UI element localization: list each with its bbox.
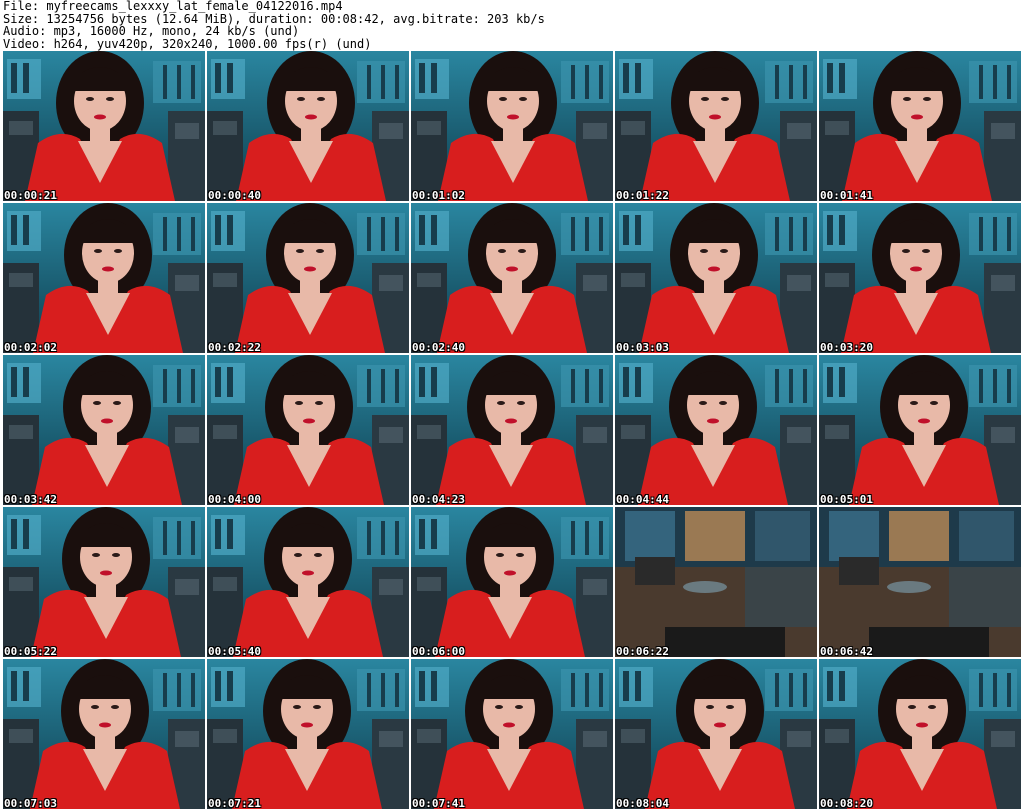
video-thumbnail: 00:05:22	[3, 507, 205, 657]
video-thumbnail: 00:00:40	[207, 51, 409, 201]
timestamp-label: 00:02:40	[412, 341, 465, 353]
person-scene-image	[615, 659, 817, 809]
video-thumbnail: 00:01:41	[819, 51, 1021, 201]
video-thumbnail: 00:07:41	[411, 659, 613, 809]
person-scene-image	[207, 659, 409, 809]
room-scene-image	[615, 507, 817, 657]
person-scene-image	[411, 507, 613, 657]
timestamp-label: 00:07:21	[208, 797, 261, 809]
video-thumbnail: 00:01:22	[615, 51, 817, 201]
person-scene-image	[3, 507, 205, 657]
timestamp-label: 00:06:00	[412, 645, 465, 657]
timestamp-label: 00:02:22	[208, 341, 261, 353]
timestamp-label: 00:05:40	[208, 645, 261, 657]
timestamp-label: 00:00:40	[208, 189, 261, 201]
person-scene-image	[819, 659, 1021, 809]
room-scene-image	[819, 507, 1021, 657]
timestamp-label: 00:03:03	[616, 341, 669, 353]
video-thumbnail: 00:00:21	[3, 51, 205, 201]
video-thumbnail: 00:06:22	[615, 507, 817, 657]
person-scene-image	[411, 203, 613, 353]
video-thumbnail: 00:02:22	[207, 203, 409, 353]
person-scene-image	[207, 203, 409, 353]
person-scene-image	[411, 659, 613, 809]
video-info-line: Video: h264, yuv420p, 320x240, 1000.00 f…	[3, 36, 372, 51]
person-scene-image	[207, 507, 409, 657]
timestamp-label: 00:01:02	[412, 189, 465, 201]
person-scene-image	[3, 51, 205, 201]
audio-info-line: Audio: mp3, 16000 Hz, mono, 24 kb/s (und…	[3, 24, 300, 38]
timestamp-label: 00:01:22	[616, 189, 669, 201]
person-scene-image	[207, 355, 409, 505]
timestamp-label: 00:04:00	[208, 493, 261, 505]
timestamp-label: 00:07:03	[4, 797, 57, 809]
video-thumbnail: 00:05:40	[207, 507, 409, 657]
video-thumbnail: 00:04:44	[615, 355, 817, 505]
person-scene-image	[411, 51, 613, 201]
timestamp-label: 00:04:23	[412, 493, 465, 505]
person-scene-image	[615, 355, 817, 505]
timestamp-label: 00:08:20	[820, 797, 873, 809]
video-thumbnail: 00:07:21	[207, 659, 409, 809]
person-scene-image	[615, 51, 817, 201]
timestamp-label: 00:06:42	[820, 645, 873, 657]
timestamp-label: 00:06:22	[616, 645, 669, 657]
video-thumbnail: 00:03:20	[819, 203, 1021, 353]
video-thumbnail: 00:07:03	[3, 659, 205, 809]
video-thumbnail: 00:08:20	[819, 659, 1021, 809]
video-thumbnail: 00:05:01	[819, 355, 1021, 505]
timestamp-label: 00:05:01	[820, 493, 873, 505]
thumbnail-grid: 00:00:21 00:00:40 00:01:02 00:01:22 00:0…	[3, 51, 1021, 809]
video-thumbnail: 00:06:42	[819, 507, 1021, 657]
person-scene-image	[615, 203, 817, 353]
timestamp-label: 00:05:22	[4, 645, 57, 657]
timestamp-label: 00:04:44	[616, 493, 669, 505]
video-thumbnail: 00:03:42	[3, 355, 205, 505]
video-thumbnail: 00:04:23	[411, 355, 613, 505]
video-thumbnail: 00:04:00	[207, 355, 409, 505]
timestamp-label: 00:07:41	[412, 797, 465, 809]
person-scene-image	[819, 203, 1021, 353]
timestamp-label: 00:03:20	[820, 341, 873, 353]
person-scene-image	[819, 51, 1021, 201]
timestamp-label: 00:02:02	[4, 341, 57, 353]
timestamp-label: 00:01:41	[820, 189, 873, 201]
file-name-line: File: myfreecams_lexxxy_lat_female_04122…	[3, 0, 343, 13]
person-scene-image	[3, 203, 205, 353]
person-scene-image	[819, 355, 1021, 505]
video-thumbnail: 00:01:02	[411, 51, 613, 201]
person-scene-image	[207, 51, 409, 201]
file-info-header: File: myfreecams_lexxxy_lat_female_04122…	[0, 0, 1024, 50]
video-thumbnail: 00:02:02	[3, 203, 205, 353]
timestamp-label: 00:00:21	[4, 189, 57, 201]
video-thumbnail: 00:03:03	[615, 203, 817, 353]
person-scene-image	[411, 355, 613, 505]
person-scene-image	[3, 355, 205, 505]
timestamp-label: 00:03:42	[4, 493, 57, 505]
person-scene-image	[3, 659, 205, 809]
video-thumbnail: 00:02:40	[411, 203, 613, 353]
video-thumbnail: 00:08:04	[615, 659, 817, 809]
video-thumbnail: 00:06:00	[411, 507, 613, 657]
timestamp-label: 00:08:04	[616, 797, 669, 809]
